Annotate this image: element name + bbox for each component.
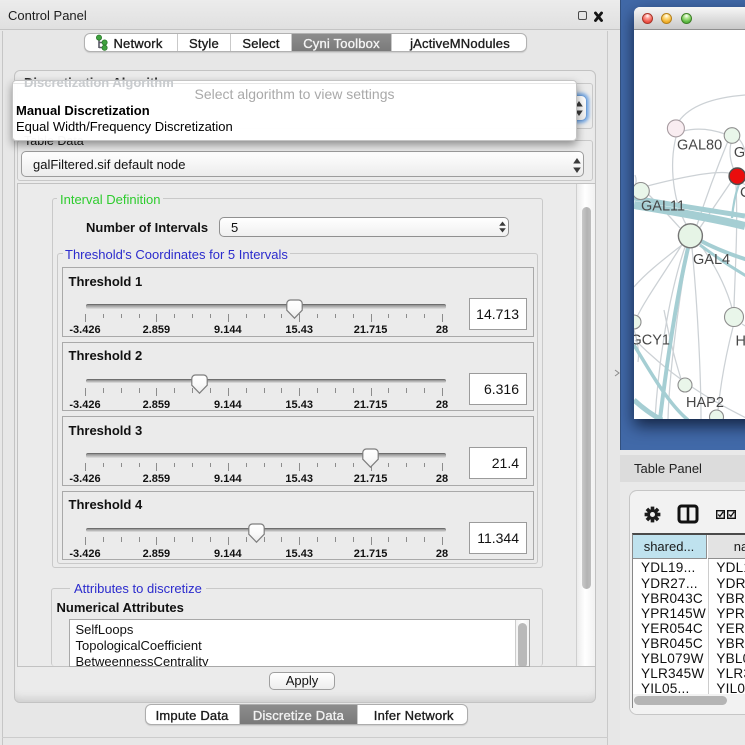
svg-text:C: C bbox=[740, 185, 745, 201]
svg-text:GAL11: GAL11 bbox=[641, 199, 685, 215]
svg-text:GAL4: GAL4 bbox=[693, 252, 730, 268]
svg-text:HA: HA bbox=[736, 334, 745, 350]
svg-text:GAL: GAL bbox=[734, 145, 745, 161]
svg-text:GAL80: GAL80 bbox=[677, 138, 722, 154]
svg-text:HAP2: HAP2 bbox=[686, 395, 724, 411]
svg-text:GCY1: GCY1 bbox=[634, 333, 670, 349]
